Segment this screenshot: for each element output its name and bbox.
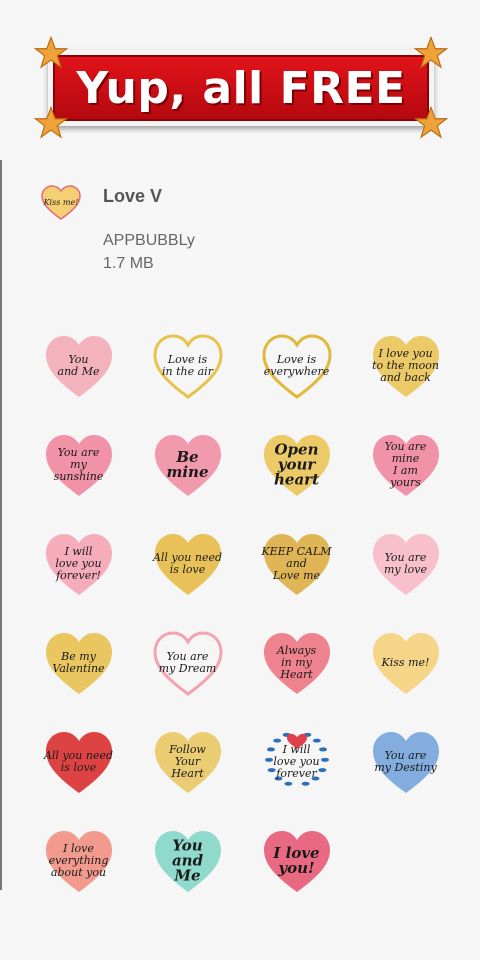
sticker[interactable]: I love everything about you (24, 811, 133, 910)
sticker-caption: Follow Your Heart (169, 742, 206, 780)
pack-title: Love V (103, 186, 163, 206)
sticker[interactable]: Be my Valentine (24, 613, 133, 712)
banner-ribbon: Yup, all FREE (48, 50, 434, 126)
sticker[interactable]: You are my Dream (133, 613, 242, 712)
sticker[interactable]: All you need is love (24, 712, 133, 811)
star-icon (414, 36, 448, 70)
sticker-caption: You are mine I am yours (384, 439, 427, 489)
pack-author: APPBUBBLy (103, 232, 195, 249)
sticker-caption: Love is everywhere (263, 352, 330, 378)
sticker[interactable]: Follow Your Heart (133, 712, 242, 811)
sticker[interactable]: I love you! (242, 811, 351, 910)
sticker-caption: Always in my Heart (276, 643, 317, 681)
pack-thumbnail[interactable]: Kiss me! (40, 185, 82, 221)
sticker[interactable]: I love you to the moon and back (351, 316, 460, 415)
sticker[interactable]: Kiss me! (351, 613, 460, 712)
sticker[interactable]: You are my love (351, 514, 460, 613)
sticker-caption: I love everything about you (48, 841, 109, 879)
star-icon (34, 106, 68, 140)
sticker-caption: I will love you forever! (55, 544, 102, 582)
pack-thumb-text: Kiss me! (43, 198, 79, 207)
sticker[interactable]: You are my sunshine (24, 415, 133, 514)
sticker[interactable]: I will love you forever! (24, 514, 133, 613)
sticker[interactable]: Open your heart (242, 415, 351, 514)
sticker[interactable]: You are mine I am yours (351, 415, 460, 514)
sticker[interactable]: All you need is love (133, 514, 242, 613)
sticker-caption: All you need is love (43, 748, 114, 774)
sticker[interactable]: Always in my Heart (242, 613, 351, 712)
sticker-caption: Be mine (166, 447, 209, 481)
sticker-caption: All you need is love (152, 550, 223, 576)
sticker[interactable]: Love is everywhere (242, 316, 351, 415)
sticker[interactable]: Be mine (133, 415, 242, 514)
sticker-caption: Be my Valentine (52, 649, 105, 675)
sticker[interactable]: KEEP CALM and Love me (242, 514, 351, 613)
sticker-caption: I will love you forever (273, 742, 320, 780)
content-divider (0, 160, 2, 890)
sticker-grid: You and Me Love is in the air Love is ever… (24, 316, 460, 910)
sticker-caption: You are my love (383, 550, 427, 576)
sticker-caption: Open your heart (274, 440, 319, 488)
sticker[interactable]: Love is in the air (133, 316, 242, 415)
sticker[interactable]: I will love you forever (242, 712, 351, 811)
sticker-caption: You are my sunshine (53, 445, 104, 483)
pack-size: 1.7 MB (103, 255, 154, 272)
promo-banner: Yup, all FREE (34, 36, 448, 140)
banner-text: Yup, all FREE (76, 62, 406, 114)
sticker-caption: I love you! (273, 843, 320, 877)
sticker[interactable]: You and Me (24, 316, 133, 415)
sticker[interactable]: You and Me (133, 811, 242, 910)
star-icon (414, 106, 448, 140)
sticker-caption: Kiss me! (381, 655, 430, 669)
sticker-caption: You are my Destiny (374, 748, 437, 774)
sticker-caption: I love you to the moon and back (372, 346, 439, 384)
sticker-caption: You and Me (171, 836, 204, 884)
sticker-caption: You are my Dream (158, 649, 217, 675)
sticker-caption: You and Me (57, 352, 100, 378)
star-icon (34, 36, 68, 70)
sticker[interactable]: You are my Destiny (351, 712, 460, 811)
sticker-caption: Love is in the air (162, 352, 213, 378)
sticker-caption: KEEP CALM and Love me (261, 544, 332, 582)
